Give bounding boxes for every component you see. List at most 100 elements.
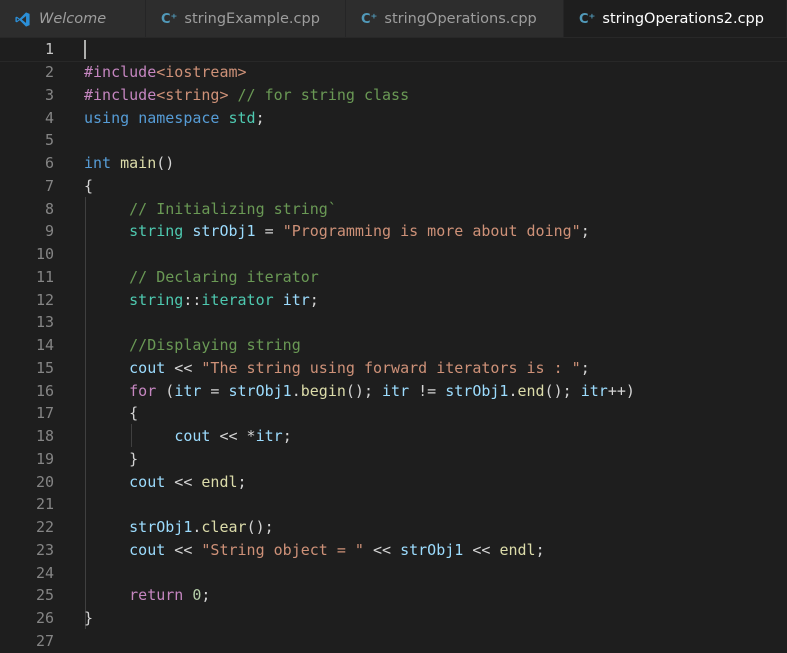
code-token: = [255,222,283,241]
code-token: } [84,449,139,468]
code-line[interactable]: 26} [0,607,787,630]
code-line[interactable]: 2 #include<iostream> [0,61,787,84]
code-line[interactable]: 5 [0,129,787,152]
line-number: 15 [35,358,54,377]
code-token: cout [129,358,166,377]
code-line[interactable]: 21 [0,493,787,516]
code-token: (); [345,381,383,400]
code-token: . [508,381,518,400]
code-token: clear [201,518,247,537]
code-line[interactable]: 20 cout << endl; [0,470,787,493]
code-text: string strObj1 = "Programming is more ab… [84,222,590,240]
code-token: // Declaring iterator [129,267,319,286]
code-line[interactable]: 25 return 0; [0,584,787,607]
code-text: cout << endl; [84,472,246,491]
tab-1[interactable]: C⁺ stringExample.cpp [146,0,346,38]
line-number: 3 [44,85,54,104]
line-number: 22 [35,518,54,537]
code-token: () [156,154,175,173]
line-number: 11 [35,267,54,286]
line-number: 7 [44,176,54,195]
vscode-icon [14,11,31,28]
code-line[interactable]: 24 [0,561,787,584]
line-number: 2 [44,63,54,82]
code-text: #include<iostream> [84,63,247,81]
code-token: ; [282,427,292,446]
code-line[interactable]: 22 strObj1.clear(); [0,516,787,539]
code-token: namespace [138,108,220,127]
code-token: (); [544,381,581,400]
code-line[interactable]: 16 for (itr = strObj1.begin(); itr != st… [0,379,787,402]
code-text: int main() [84,154,174,172]
tab-0[interactable]: Welcome [0,0,146,38]
code-token: ; [201,586,211,605]
code-line[interactable]: 27 [0,630,787,653]
cpp-file-icon: C⁺ [361,11,378,27]
code-line[interactable]: 4 using namespace std; [0,106,787,129]
code-token: != [409,381,446,400]
code-line[interactable]: 13 [0,311,787,334]
line-number: 27 [35,631,54,650]
code-token: for [129,381,157,400]
code-token: :: [183,290,202,309]
code-text: cout << "String object = " << strObj1 <<… [84,540,545,559]
line-number: 19 [35,449,54,468]
code-token: ++) [607,381,635,400]
code-line[interactable]: 7{ [0,175,787,198]
code-token: "The string using forward iterators is :… [201,358,581,377]
code-line[interactable]: 1 [0,37,787,62]
code-line[interactable]: 6 int main() [0,152,787,175]
code-token: begin [300,381,346,400]
code-line[interactable]: 9 string strObj1 = "Programming is more … [0,220,787,243]
code-token: ; [309,290,319,309]
code-token: } [84,609,94,628]
code-token: endl [201,472,238,491]
code-line[interactable]: 14 //Displaying string [0,334,787,357]
code-line[interactable]: 3 #include<string> // for string class [0,84,787,107]
code-line[interactable]: 23 cout << "String object = " << strObj1… [0,539,787,562]
code-line[interactable]: 8 // Initializing string` [0,197,787,220]
code-token: << [363,540,401,559]
code-text: //Displaying string [84,336,301,354]
code-line[interactable]: 19 } [0,448,787,471]
code-token: #include [84,85,157,104]
code-text: strObj1.clear(); [84,518,274,536]
code-editor[interactable]: 1 2 #include<iostream> 3 #include<string> //… [0,37,787,653]
code-token: ; [580,222,590,241]
tab-2[interactable]: C⁺ stringOperations.cpp [346,0,564,38]
code-token: // for string class [237,85,410,104]
line-number: 8 [44,199,54,218]
code-line[interactable]: 15 cout << "The string using forward ite… [0,357,787,380]
code-line[interactable]: 17 { [0,402,787,425]
code-token: strObj1 [445,381,509,400]
code-line[interactable]: 11 // Declaring iterator [0,266,787,289]
code-line[interactable]: 10 [0,243,787,266]
code-token: "String object = " [201,540,364,559]
code-token: << [165,540,202,559]
code-token: itr [255,427,283,446]
line-number: 18 [35,427,54,446]
code-token: strObj1 [129,518,193,537]
code-token: cout [129,472,166,491]
tab-3[interactable]: C⁺ stringOperations2.cpp [564,0,787,38]
code-token: itr [282,290,310,309]
line-number: 13 [35,313,54,332]
line-number: 17 [35,404,54,423]
code-token: return [129,586,184,605]
cpp-file-icon: C⁺ [579,11,596,27]
code-text: return 0; [84,586,210,604]
code-line[interactable]: 18 cout << *itr; [0,425,787,448]
code-line[interactable]: 12 string::iterator itr; [0,288,787,311]
line-number: 24 [35,563,54,582]
line-number: 23 [35,540,54,559]
tab-bar: Welcome C⁺ stringExample.cpp C⁺ stringOperat… [0,0,787,38]
code-token: { [84,176,94,195]
code-token: ; [535,540,545,559]
